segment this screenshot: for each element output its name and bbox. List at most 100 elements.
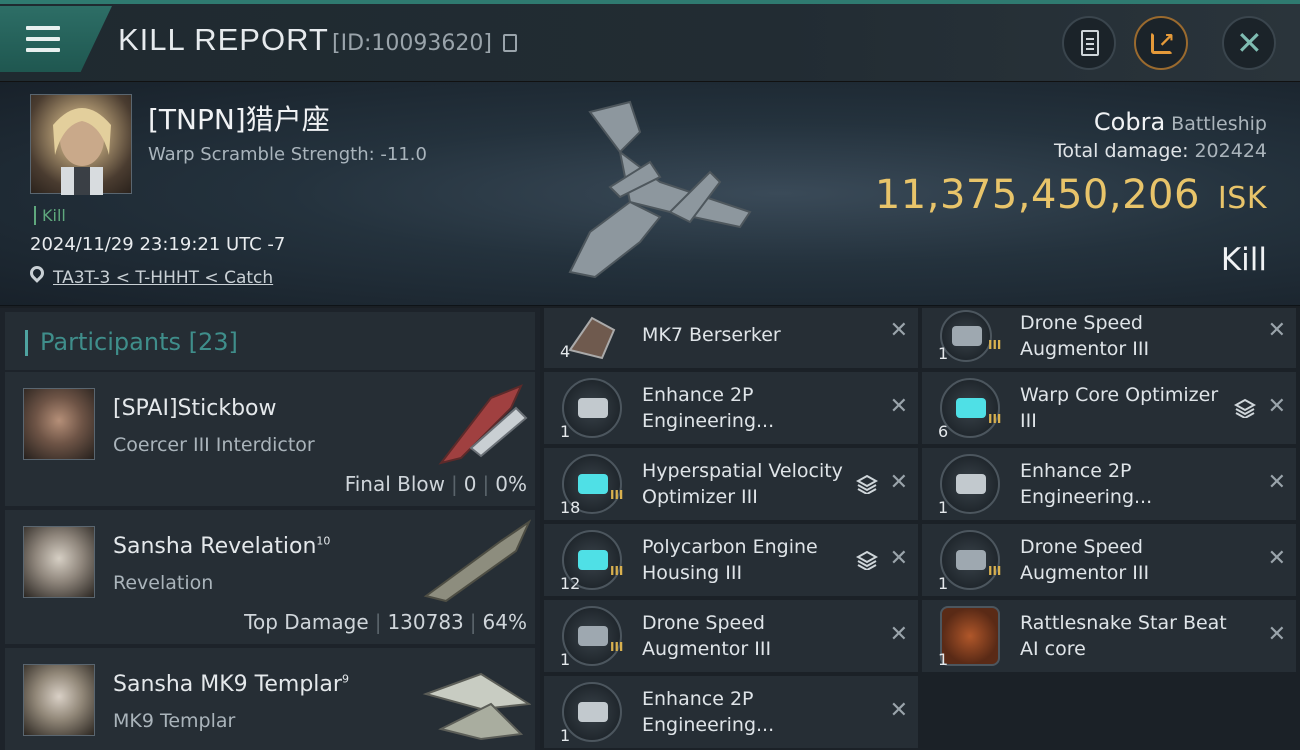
- close-icon[interactable]: ✕: [1268, 622, 1286, 647]
- header-accent-line: [0, 0, 1300, 4]
- kill-location-link[interactable]: TA3T-3 < T-HHHT < Catch: [53, 268, 273, 288]
- item-name: Polycarbon Engine Housing III: [642, 536, 818, 584]
- copy-icon[interactable]: [503, 34, 517, 52]
- stack-icon[interactable]: [1234, 398, 1256, 418]
- victim-ship-class: Battleship: [1171, 113, 1267, 135]
- item-name: Hyperspatial Velocity Optimizer III: [642, 460, 843, 508]
- total-damage-label: Total damage:: [1054, 140, 1189, 162]
- clipboard-icon: [1081, 30, 1099, 56]
- item-row[interactable]: III 6 Warp Core Optimizer III ✕: [922, 372, 1296, 444]
- item-name: Enhance 2P Engineering...: [642, 688, 775, 736]
- item-row[interactable]: III 1 Drone Speed Augmentor III ✕: [922, 524, 1296, 596]
- close-icon[interactable]: ✕: [890, 470, 908, 495]
- participant-card[interactable]: [SPAI]Stickbow Coercer III Interdictor F…: [5, 372, 535, 506]
- item-quantity: 1: [560, 650, 571, 669]
- kill-report-header: KILL REPORT [ID:10093620] ↗ ✕: [0, 0, 1300, 82]
- menu-icon: [26, 26, 60, 52]
- item-name: Warp Core Optimizer III: [1020, 384, 1219, 432]
- participant-card[interactable]: Sansha MK9 Templar9 MK9 Templar: [5, 648, 535, 750]
- participant-ship: MK9 Templar: [113, 710, 236, 732]
- close-icon[interactable]: ✕: [1268, 318, 1286, 343]
- victim-avatar[interactable]: [30, 94, 132, 195]
- item-row[interactable]: 1 Enhance 2P Engineering... ✕: [544, 676, 918, 748]
- item-quantity: 12: [560, 574, 581, 593]
- close-icon[interactable]: ✕: [1268, 546, 1286, 571]
- close-icon[interactable]: ✕: [890, 622, 908, 647]
- location-pin-icon: [27, 263, 47, 283]
- item-quantity: 4: [560, 342, 571, 361]
- participant-name: Sansha Revelation10: [113, 534, 331, 559]
- item-row[interactable]: III 18 Hyperspatial Velocity Optimizer I…: [544, 448, 918, 520]
- tier-badge: III: [610, 640, 624, 654]
- item-name: MK7 Berserker: [642, 324, 781, 346]
- victim-ship-type: Cobra Battleship: [1094, 108, 1267, 136]
- item-name: Drone Speed Augmentor III: [1020, 312, 1150, 360]
- item-quantity: 6: [938, 422, 949, 441]
- item-name: Drone Speed Augmentor III: [642, 612, 772, 660]
- isk-unit: ISK: [1217, 181, 1267, 216]
- item-row[interactable]: III 1 Drone Speed Augmentor III ✕: [922, 308, 1296, 368]
- participant-stat: Final Blow | 0 | 0%: [344, 472, 527, 496]
- drone-icon: [568, 316, 616, 360]
- item-quantity: 1: [938, 498, 949, 517]
- item-name: Enhance 2P Engineering...: [1020, 460, 1153, 508]
- tier-badge: III: [610, 488, 624, 502]
- item-row[interactable]: 1 Enhance 2P Engineering... ✕: [922, 448, 1296, 520]
- drone-augmentor-icon: [940, 530, 1000, 590]
- participant-ship: Coercer III Interdictor: [113, 434, 315, 456]
- avatar: [23, 526, 95, 598]
- participant-name: [SPAI]Stickbow: [113, 396, 277, 421]
- avatar: [23, 388, 95, 460]
- share-button[interactable]: ↗: [1134, 16, 1188, 70]
- close-icon[interactable]: ✕: [890, 394, 908, 419]
- kill-datetime: 2024/11/29 23:19:21 UTC -7: [30, 234, 286, 255]
- tier-badge: III: [988, 338, 1002, 352]
- menu-button[interactable]: [0, 6, 112, 72]
- isk-value: 11,375,450,206: [874, 172, 1200, 218]
- clipboard-button[interactable]: [1062, 16, 1116, 70]
- close-icon: ✕: [1236, 24, 1263, 62]
- participant-card[interactable]: Sansha Revelation10 Revelation Top Damag…: [5, 510, 535, 644]
- item-row[interactable]: 1 Rattlesnake Star Beat AI core ✕: [922, 600, 1296, 672]
- victim-ship-image: [568, 100, 752, 279]
- item-row[interactable]: III 1 Drone Speed Augmentor III ✕: [544, 600, 918, 672]
- victim-banner: [TNPN]猎户座 Warp Scramble Strength: -11.0 …: [0, 82, 1300, 306]
- participant-name: Sansha MK9 Templar9: [113, 672, 349, 697]
- participants-title: Participants [23]: [40, 328, 238, 356]
- item-quantity: 1: [938, 650, 949, 669]
- participants-count: [23]: [188, 328, 238, 356]
- item-quantity: 1: [560, 726, 571, 745]
- tier-badge: III: [988, 564, 1002, 578]
- drone-augmentor-icon: [562, 606, 622, 666]
- kill-tag: Kill: [34, 206, 66, 225]
- close-icon[interactable]: ✕: [890, 698, 908, 723]
- participant-ship-image: [438, 384, 528, 465]
- items-grid: 4 MK7 Berserker ✕ 1 Enhance 2P Engineeri…: [540, 308, 1300, 750]
- close-icon[interactable]: ✕: [890, 318, 908, 343]
- participants-panel: Participants [23] [SPAI]Stickbow Coercer…: [0, 308, 540, 750]
- item-name: Enhance 2P Engineering...: [642, 384, 775, 432]
- total-damage-value: 202424: [1194, 140, 1267, 162]
- close-button[interactable]: ✕: [1222, 16, 1276, 70]
- victim-name[interactable]: [TNPN]猎户座: [148, 98, 330, 138]
- close-icon[interactable]: ✕: [1268, 470, 1286, 495]
- item-row[interactable]: 4 MK7 Berserker ✕: [544, 308, 918, 368]
- participants-header[interactable]: Participants [23]: [5, 312, 535, 370]
- item-name: Rattlesnake Star Beat AI core: [1020, 612, 1227, 660]
- page-title: KILL REPORT: [118, 22, 329, 57]
- item-quantity: 18: [560, 498, 581, 517]
- stack-icon[interactable]: [856, 474, 878, 494]
- item-row[interactable]: 1 Enhance 2P Engineering... ✕: [544, 372, 918, 444]
- isk-value-display: 11,375,450,206 ISK: [875, 172, 1267, 218]
- item-row[interactable]: III 12 Polycarbon Engine Housing III ✕: [544, 524, 918, 596]
- avatar: [23, 664, 95, 736]
- report-id: [ID:10093620]: [332, 31, 492, 56]
- tier-badge: III: [988, 412, 1002, 426]
- item-name: Drone Speed Augmentor III: [1020, 536, 1150, 584]
- warp-scramble-strength: Warp Scramble Strength: -11.0: [148, 144, 427, 165]
- kill-result: Kill: [1220, 242, 1267, 278]
- close-icon[interactable]: ✕: [1268, 394, 1286, 419]
- close-icon[interactable]: ✕: [890, 546, 908, 571]
- stack-icon[interactable]: [856, 550, 878, 570]
- total-damage: Total damage: 202424: [1054, 140, 1267, 162]
